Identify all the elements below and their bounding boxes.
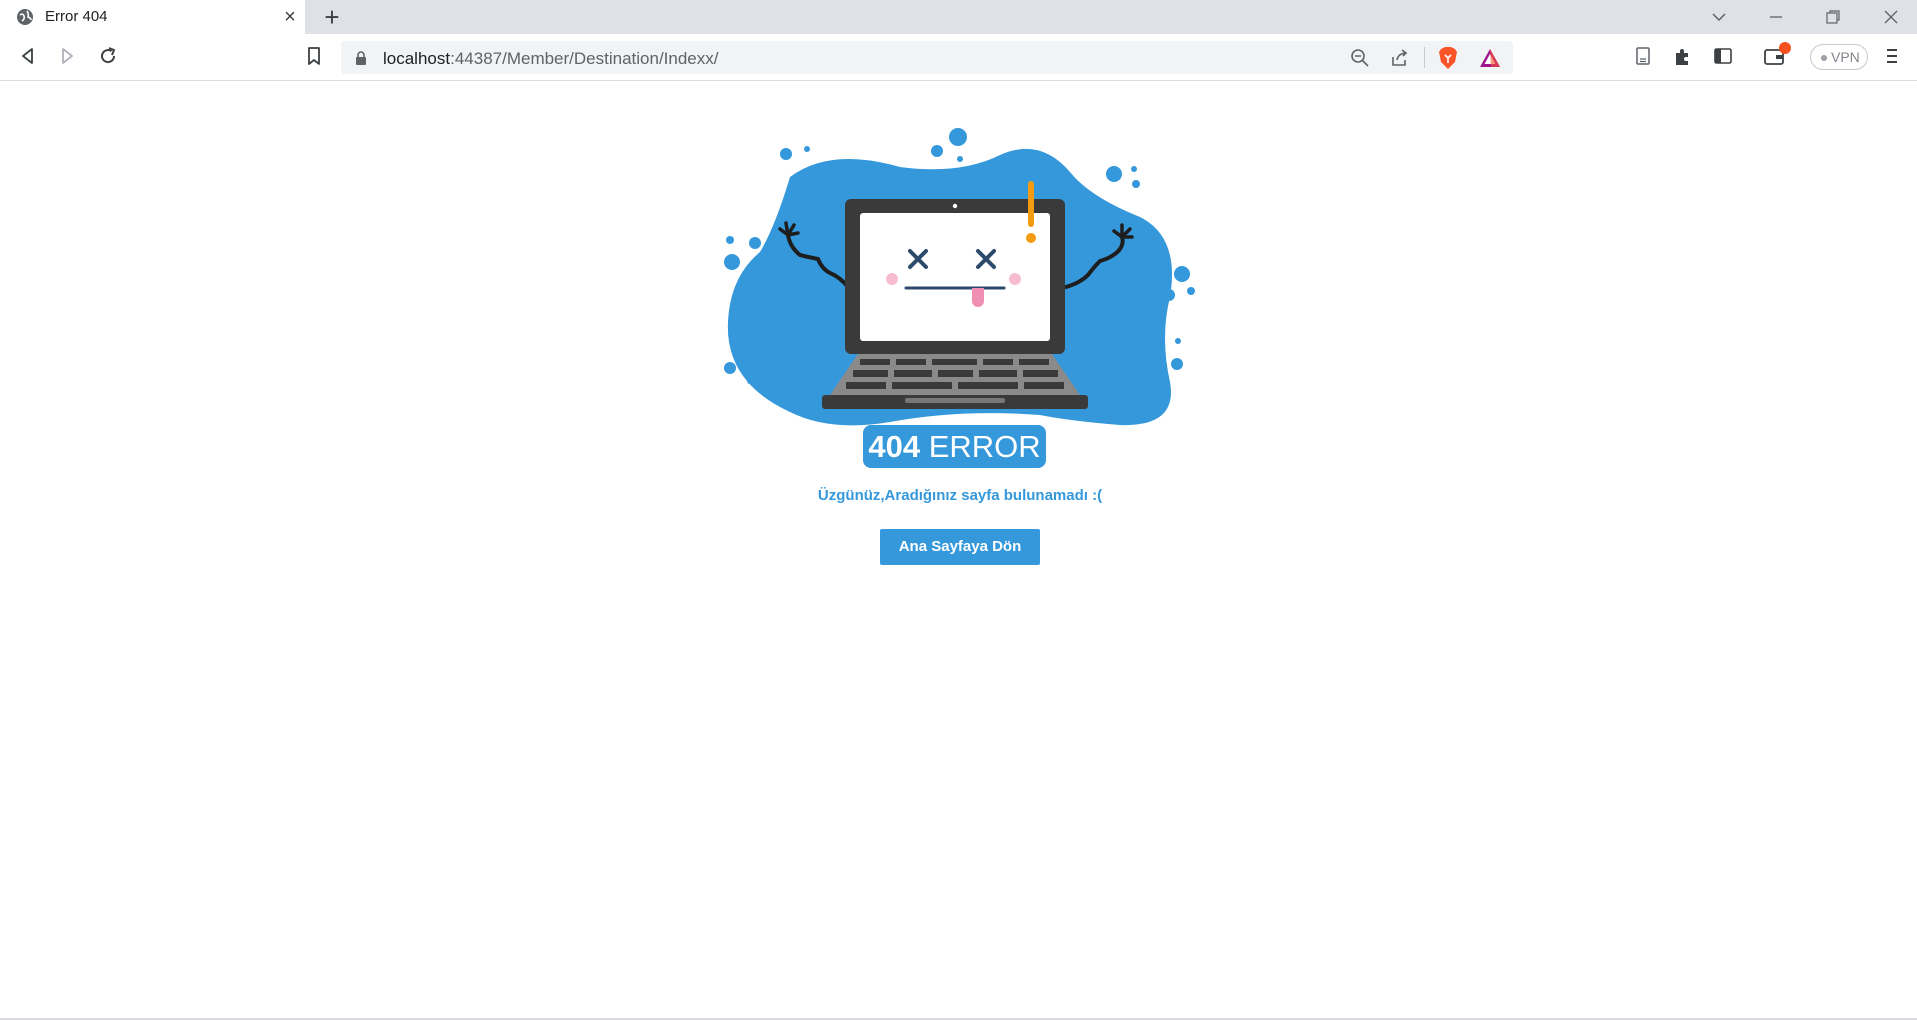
- address-bar[interactable]: localhost:44387/Member/Destination/Index…: [341, 41, 1513, 74]
- back-icon[interactable]: [16, 44, 40, 68]
- url-host: localhost: [383, 49, 451, 68]
- extensions-icon[interactable]: [1671, 44, 1695, 68]
- share-icon[interactable]: [1389, 47, 1411, 69]
- error-word: ERROR: [920, 429, 1041, 464]
- reading-list-icon[interactable]: [1631, 44, 1655, 68]
- restore-icon[interactable]: [1822, 6, 1844, 28]
- tab-strip: Error 404 × +: [0, 0, 1917, 34]
- vpn-button[interactable]: VPN: [1810, 44, 1868, 70]
- close-tab-icon[interactable]: ×: [280, 7, 300, 27]
- tab-title: Error 404: [45, 8, 108, 25]
- error-message: Üzgünüz,Aradığınız sayfa bulunamadı :(: [817, 487, 1103, 504]
- page-content: 404 ERROR Üzgünüz,Aradığınız sayfa bulun…: [0, 82, 1917, 1018]
- url-text[interactable]: localhost:44387/Member/Destination/Index…: [383, 49, 718, 69]
- close-window-icon[interactable]: [1880, 6, 1902, 28]
- reload-icon[interactable]: [96, 44, 120, 68]
- url-path: :44387/Member/Destination/Indexx/: [450, 49, 719, 68]
- brave-rewards-icon[interactable]: [1479, 47, 1501, 69]
- sidebar-icon[interactable]: [1711, 44, 1735, 68]
- minimize-icon[interactable]: [1765, 6, 1787, 28]
- lock-icon[interactable]: [355, 51, 367, 65]
- zoom-out-icon[interactable]: [1349, 47, 1371, 69]
- menu-icon[interactable]: [1880, 44, 1904, 68]
- tab-search-chevron-icon[interactable]: [1708, 6, 1730, 28]
- error-code: 404: [868, 429, 921, 464]
- browser-toolbar: localhost:44387/Member/Destination/Index…: [0, 34, 1917, 81]
- forward-icon[interactable]: [55, 44, 79, 68]
- omnibox-divider: [1424, 47, 1425, 68]
- wallet-icon[interactable]: [1761, 40, 1797, 70]
- new-tab-icon[interactable]: +: [319, 4, 345, 30]
- vpn-label: VPN: [1831, 49, 1860, 65]
- globe-icon: [17, 9, 33, 25]
- home-button[interactable]: Ana Sayfaya Dön: [880, 529, 1040, 565]
- error-code-badge: 404 ERROR: [863, 425, 1046, 468]
- vpn-status-dot: [1821, 55, 1827, 61]
- brave-shields-icon[interactable]: [1437, 46, 1459, 70]
- bookmark-icon[interactable]: [302, 44, 326, 68]
- browser-tab[interactable]: Error 404 ×: [0, 0, 305, 34]
